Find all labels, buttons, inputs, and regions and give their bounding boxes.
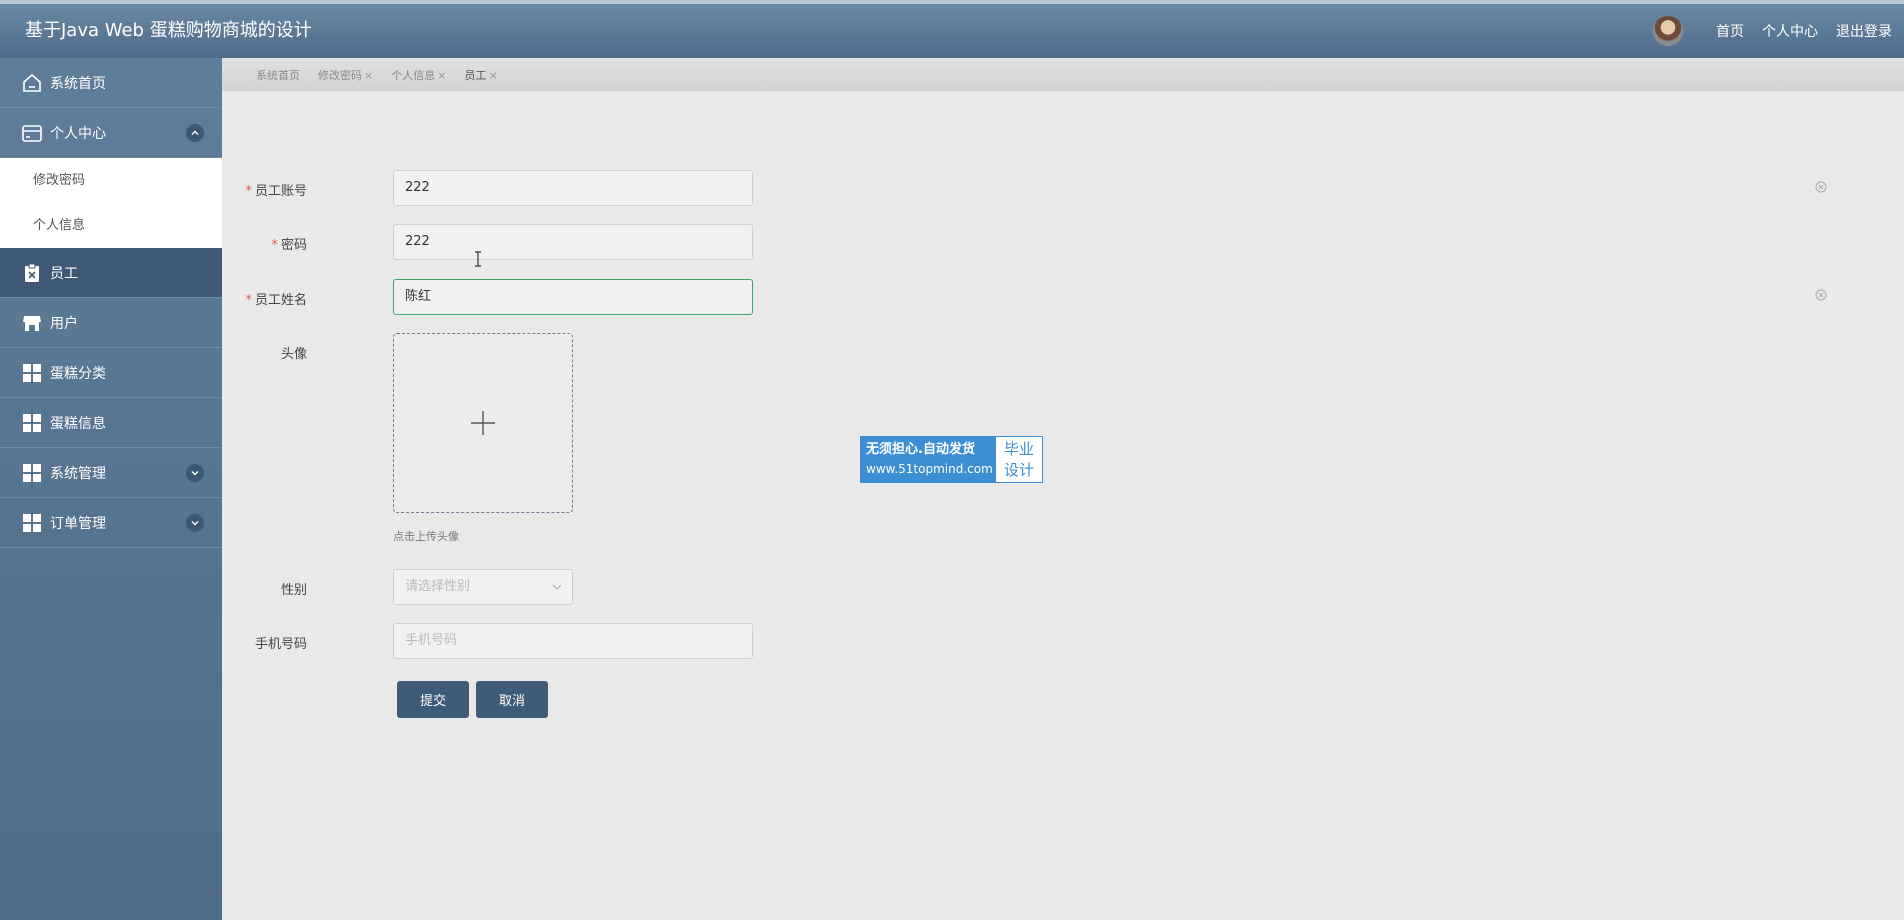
phone-input[interactable]: 手机号码 <box>393 623 753 659</box>
required-mark: * <box>245 184 252 199</box>
sidebar-item-label: 蛋糕分类 <box>50 365 106 382</box>
sidebar-item-system-management[interactable]: 系统管理 <box>0 448 222 498</box>
tab-label: 个人信息 <box>391 68 436 82</box>
sidebar-item-label: 员工 <box>50 265 78 282</box>
upload-tip: 点击上传头像 <box>393 530 459 543</box>
grid-icon <box>20 461 44 485</box>
store-icon <box>20 311 44 335</box>
app-title: 基于Java Web 蛋糕购物商城的设计 <box>25 20 312 41</box>
tab-system-home[interactable]: 系统首页 <box>256 67 300 83</box>
name-input[interactable]: 陈红 <box>393 279 753 315</box>
tab-change-password[interactable]: 修改密码 × <box>318 67 373 83</box>
badge-line-1: 无须担心.自动发货 <box>866 442 975 457</box>
header-actions: 首页 个人中心 退出登录 <box>1653 4 1892 58</box>
label-text: 密码 <box>280 238 307 253</box>
profile-link[interactable]: 个人中心 <box>1762 21 1818 41</box>
text-cursor-icon <box>475 251 481 267</box>
chevron-up-icon[interactable] <box>186 123 204 142</box>
home-link[interactable]: 首页 <box>1716 21 1744 41</box>
sidebar-item-label: 个人中心 <box>50 125 106 142</box>
required-mark: * <box>245 293 252 308</box>
plus-icon <box>471 411 495 435</box>
home-icon <box>20 71 44 95</box>
close-icon[interactable]: × <box>488 69 497 82</box>
phone-label: 手机号码 <box>254 637 307 652</box>
logout-link[interactable]: 退出登录 <box>1836 21 1892 41</box>
grid-icon <box>20 511 44 535</box>
sidebar-item-label: 用户 <box>50 315 78 332</box>
tab-label: 修改密码 <box>318 68 362 82</box>
watermark-badge: 无须担心.自动发货 www.51topmind.com 毕业 设计 <box>860 436 1043 483</box>
gender-select[interactable]: 请选择性别 <box>393 569 573 605</box>
chevron-down-icon[interactable] <box>186 463 204 482</box>
label-text: 员工账号 <box>254 184 307 199</box>
label-text: 员工姓名 <box>254 293 307 308</box>
password-input[interactable]: 222 <box>393 224 753 260</box>
sidebar-item-personal-center[interactable]: 个人中心 <box>0 108 222 158</box>
badge-left: 无须担心.自动发货 www.51topmind.com <box>861 437 996 482</box>
avatar-label: 头像 <box>280 347 307 362</box>
tab-label: 员工 <box>464 68 487 82</box>
tab-label: 系统首页 <box>256 68 300 82</box>
grid-icon <box>20 411 44 435</box>
sidebar-item-cake-info[interactable]: 蛋糕信息 <box>0 398 222 448</box>
sidebar-item-label: 订单管理 <box>50 515 106 532</box>
sidebar-item-label: 系统首页 <box>50 75 106 92</box>
clear-icon[interactable] <box>1815 181 1827 193</box>
cancel-button[interactable]: 取消 <box>476 681 548 718</box>
tab-personal-info[interactable]: 个人信息 × <box>391 67 446 83</box>
select-placeholder: 请选择性别 <box>405 579 471 594</box>
sidebar-item-order-management[interactable]: 订单管理 <box>0 498 222 548</box>
tab-bar: 系统首页 修改密码 × 个人信息 × 员工 × <box>222 58 1904 91</box>
name-label: * 员工姓名 <box>137 289 307 308</box>
badge-right: 毕业 设计 <box>996 437 1042 482</box>
close-icon[interactable]: × <box>364 69 373 82</box>
top-header: 基于Java Web 蛋糕购物商城的设计 首页 个人中心 退出登录 <box>0 0 1904 58</box>
close-icon[interactable]: × <box>437 69 446 82</box>
account-label: * 员工账号 <box>137 180 307 199</box>
account-input[interactable]: 222 <box>393 170 753 206</box>
submit-button[interactable]: 提交 <box>397 681 469 718</box>
badge-right-2: 设计 <box>1003 461 1034 479</box>
sidebar-item-label: 蛋糕信息 <box>50 415 106 432</box>
gender-label: 性别 <box>280 583 307 598</box>
required-mark: * <box>271 238 278 253</box>
clipboard-icon <box>20 261 44 285</box>
user-avatar[interactable] <box>1653 16 1683 46</box>
grid-icon <box>20 361 44 385</box>
badge-line-2: www.51topmind.com <box>866 462 993 476</box>
sidebar-item-label: 系统管理 <box>50 465 106 482</box>
chevron-down-icon <box>552 584 562 590</box>
badge-right-1: 毕业 <box>1003 440 1034 458</box>
avatar-upload-box[interactable] <box>393 333 573 513</box>
tab-staff[interactable]: 员工 × <box>464 67 497 83</box>
clear-icon[interactable] <box>1815 289 1827 301</box>
password-label: * 密码 <box>137 234 307 253</box>
chevron-down-icon[interactable] <box>186 513 204 532</box>
sidebar-item-home[interactable]: 系统首页 <box>0 58 222 108</box>
wallet-icon <box>20 121 44 145</box>
